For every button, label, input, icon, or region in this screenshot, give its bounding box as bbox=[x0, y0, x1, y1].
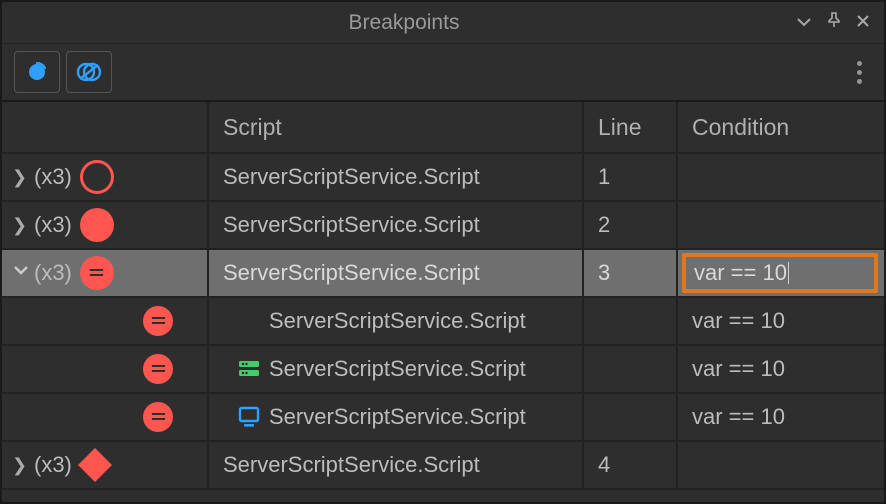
line-cell bbox=[584, 346, 678, 392]
tree-cell: ❯ (x3) bbox=[2, 442, 209, 488]
condition-edit-input[interactable]: var == 10 bbox=[682, 253, 878, 293]
col-header-line[interactable]: Line bbox=[584, 102, 678, 152]
condition-cell[interactable]: var == 10 bbox=[678, 298, 884, 344]
tree-cell: ❯ (x3) bbox=[2, 154, 209, 200]
script-cell: ServerScriptService.Script bbox=[209, 394, 584, 440]
go-to-script-button[interactable] bbox=[14, 51, 60, 93]
window-dropdown-icon[interactable] bbox=[796, 12, 812, 33]
breakpoint-open-circle-icon[interactable] bbox=[80, 160, 114, 194]
script-name: ServerScriptService.Script bbox=[269, 404, 526, 430]
enable-all-button[interactable] bbox=[66, 51, 112, 93]
breakpoint-conditional-icon[interactable] bbox=[143, 306, 173, 336]
close-icon[interactable] bbox=[856, 12, 870, 33]
tree-cell bbox=[2, 298, 209, 344]
condition-edit-value: var == 10 bbox=[694, 260, 787, 286]
breakpoints-table: Script Line Condition ❯ (x3) ServerScrip… bbox=[2, 102, 884, 490]
condition-cell[interactable] bbox=[678, 202, 884, 248]
row-count: (x3) bbox=[34, 260, 72, 286]
line-cell: 2 bbox=[584, 202, 678, 248]
script-cell: ServerScriptService.Script bbox=[209, 298, 584, 344]
line-cell bbox=[584, 394, 678, 440]
window-controls bbox=[796, 12, 874, 33]
line-cell: 4 bbox=[584, 442, 678, 488]
condition-cell[interactable] bbox=[678, 154, 884, 200]
line-cell: 1 bbox=[584, 154, 678, 200]
col-header-tree[interactable] bbox=[2, 102, 209, 152]
tree-cell bbox=[2, 346, 209, 392]
condition-cell[interactable]: var == 10 bbox=[678, 394, 884, 440]
script-name: ServerScriptService.Script bbox=[269, 356, 526, 382]
condition-cell[interactable]: var == 10 bbox=[678, 346, 884, 392]
script-name: ServerScriptService.Script bbox=[269, 308, 526, 334]
chevron-down-icon[interactable] bbox=[12, 261, 32, 284]
breakpoint-conditional-icon[interactable] bbox=[143, 402, 173, 432]
server-icon bbox=[237, 359, 261, 379]
breakpoint-solid-circle-icon[interactable] bbox=[80, 208, 114, 242]
row-count: (x3) bbox=[34, 164, 72, 190]
breakpoints-panel: Breakpoints bbox=[0, 0, 886, 504]
panel-title: Breakpoints bbox=[12, 11, 796, 35]
table-header-row: Script Line Condition bbox=[2, 102, 884, 154]
row-count: (x3) bbox=[34, 212, 72, 238]
col-header-script[interactable]: Script bbox=[209, 102, 584, 152]
table-row[interactable]: ServerScriptService.Script var == 10 bbox=[2, 346, 884, 394]
more-options-icon[interactable] bbox=[847, 55, 872, 90]
script-cell: ServerScriptService.Script bbox=[209, 154, 584, 200]
condition-cell[interactable] bbox=[678, 442, 884, 488]
table-row[interactable]: ❯ (x3) ServerScriptService.Script 4 bbox=[2, 442, 884, 490]
table-row[interactable]: ❯ (x3) ServerScriptService.Script 1 bbox=[2, 154, 884, 202]
line-cell: 3 bbox=[584, 250, 678, 296]
script-cell: ServerScriptService.Script bbox=[209, 346, 584, 392]
titlebar: Breakpoints bbox=[2, 2, 884, 44]
breakpoint-conditional-icon[interactable] bbox=[80, 256, 114, 290]
table-row[interactable]: (x3) ServerScriptService.Script 3 var ==… bbox=[2, 250, 884, 298]
breakpoint-conditional-icon[interactable] bbox=[143, 354, 173, 384]
row-count: (x3) bbox=[34, 452, 72, 478]
chevron-right-icon[interactable]: ❯ bbox=[12, 455, 32, 476]
breakpoint-logpoint-icon[interactable] bbox=[78, 448, 112, 482]
script-cell: ServerScriptService.Script bbox=[209, 250, 584, 296]
col-header-condition[interactable]: Condition bbox=[678, 102, 884, 152]
condition-cell[interactable]: var == 10 bbox=[678, 250, 884, 296]
tree-cell bbox=[2, 394, 209, 440]
tree-cell: ❯ (x3) bbox=[2, 202, 209, 248]
script-cell: ServerScriptService.Script bbox=[209, 202, 584, 248]
table-row[interactable]: ❯ (x3) ServerScriptService.Script 2 bbox=[2, 202, 884, 250]
pin-icon[interactable] bbox=[826, 12, 842, 33]
line-cell bbox=[584, 298, 678, 344]
table-row[interactable]: ServerScriptService.Script var == 10 bbox=[2, 394, 884, 442]
client-icon bbox=[237, 406, 261, 428]
toolbar bbox=[2, 44, 884, 102]
chevron-right-icon[interactable]: ❯ bbox=[12, 167, 32, 188]
text-caret-icon bbox=[788, 262, 789, 284]
chevron-right-icon[interactable]: ❯ bbox=[12, 215, 32, 236]
table-row[interactable]: ServerScriptService.Script var == 10 bbox=[2, 298, 884, 346]
script-cell: ServerScriptService.Script bbox=[209, 442, 584, 488]
tree-cell: (x3) bbox=[2, 250, 209, 296]
